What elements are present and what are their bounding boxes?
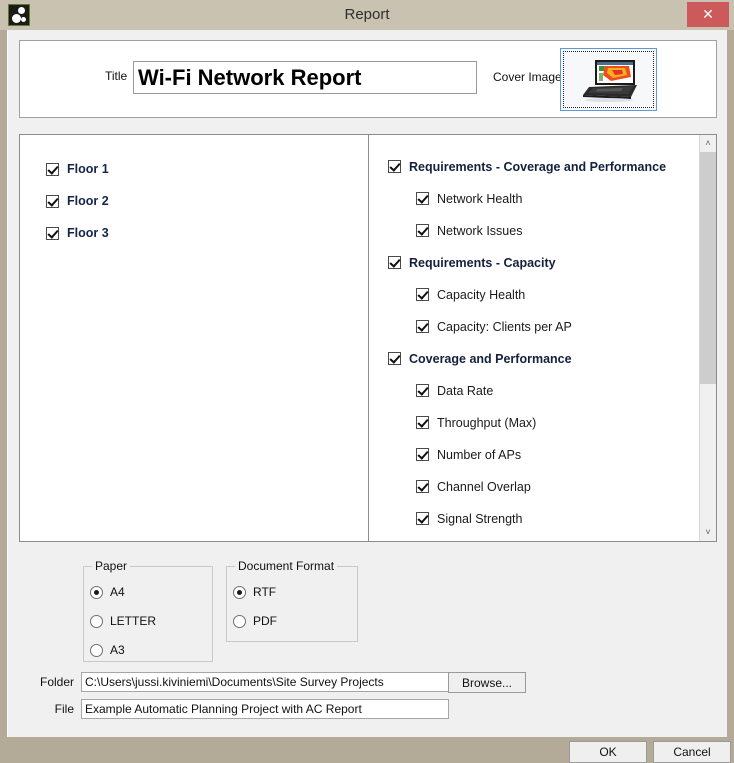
radio-icon[interactable]	[233, 614, 246, 628]
checkbox-icon[interactable]	[416, 480, 429, 493]
checkbox-icon[interactable]	[46, 194, 59, 208]
titlebar: Report ✕	[0, 0, 734, 30]
radio-option-letter[interactable]: LETTER	[90, 612, 212, 630]
list-item-label: Capacity Health	[437, 287, 526, 302]
file-row: File	[32, 699, 449, 719]
cover-image-label: Cover Image	[493, 70, 562, 84]
list-item-label: Requirements - Coverage and Performance	[409, 159, 667, 174]
paper-group-title: Paper	[92, 559, 131, 573]
list-item-label: Floor 3	[67, 226, 109, 240]
radio-label: RTF	[253, 585, 277, 599]
sections-list-scrollbar[interactable]: ˄ ˅	[699, 135, 716, 541]
checkbox-icon[interactable]	[46, 226, 59, 240]
checkbox-icon[interactable]	[388, 160, 401, 173]
folder-row: Folder	[32, 672, 449, 692]
checkbox-icon[interactable]	[46, 162, 59, 176]
file-label: File	[54, 702, 74, 716]
close-icon[interactable]: ✕	[687, 2, 729, 27]
list-item-label: Requirements - Capacity	[409, 255, 556, 270]
checkbox-icon[interactable]	[388, 352, 401, 365]
radio-label: A4	[110, 585, 125, 599]
list-item[interactable]: Number of APs	[388, 441, 699, 468]
radio-icon[interactable]	[90, 643, 103, 657]
list-item-label: Data Rate	[437, 383, 494, 398]
checkbox-icon[interactable]	[416, 416, 429, 429]
list-item[interactable]: Channel Overlap	[388, 473, 699, 500]
list-item-label: Channel Overlap	[437, 479, 531, 494]
list-item[interactable]: Network Issues	[388, 217, 699, 244]
format-group-title: Document Format	[235, 559, 338, 573]
radio-label: A3	[110, 643, 125, 657]
folder-input[interactable]	[81, 672, 449, 692]
radio-label: LETTER	[110, 614, 157, 628]
list-item[interactable]: Requirements - Capacity	[388, 249, 699, 276]
list-item[interactable]: Signal To Noise Ratio (SNR)	[388, 537, 699, 541]
checkbox-icon[interactable]	[416, 448, 429, 461]
list-item-label: Floor 1	[67, 162, 109, 176]
ok-button[interactable]: OK	[569, 741, 647, 763]
checkbox-icon[interactable]	[416, 384, 429, 397]
list-item[interactable]: Requirements - Coverage and Performance	[388, 153, 699, 180]
checkbox-icon[interactable]	[388, 256, 401, 269]
content-selection-panel: Floor 1 Floor 2 Floor 3 Requirements - C…	[19, 134, 717, 542]
radio-icon[interactable]	[233, 585, 246, 599]
radio-option-rtf[interactable]: RTF	[233, 583, 357, 601]
laptop-heatmap-icon	[583, 60, 637, 102]
list-item-label: Network Issues	[437, 223, 523, 238]
list-item[interactable]: Throughput (Max)	[388, 409, 699, 436]
list-item-label: Number of APs	[437, 447, 522, 462]
radio-label: PDF	[253, 614, 277, 628]
browse-button[interactable]: Browse...	[448, 672, 526, 693]
title-field-label: Title	[105, 69, 128, 83]
cover-image-thumbnail[interactable]	[560, 48, 657, 111]
paper-size-group: Paper A4 LETTER A3	[83, 559, 213, 662]
scroll-down-icon[interactable]: ˅	[700, 524, 716, 541]
list-item-label: Coverage and Performance	[409, 351, 572, 366]
cancel-button[interactable]: Cancel	[653, 741, 731, 763]
dialog-body: Title Cover Image	[7, 30, 731, 763]
floors-list: Floor 1 Floor 2 Floor 3	[20, 135, 369, 541]
list-item-label: Capacity: Clients per AP	[437, 319, 572, 334]
report-sections-list: Requirements - Coverage and Performance …	[370, 135, 699, 541]
list-item-label: Network Health	[437, 191, 523, 206]
file-input[interactable]	[81, 699, 449, 719]
checkbox-icon[interactable]	[416, 192, 429, 205]
checkbox-icon[interactable]	[416, 288, 429, 301]
report-header-panel: Title Cover Image	[19, 40, 717, 118]
checkbox-icon[interactable]	[416, 320, 429, 333]
list-item[interactable]: Floor 1	[46, 153, 368, 185]
report-title-input[interactable]	[133, 61, 477, 94]
checkbox-icon[interactable]	[416, 224, 429, 237]
list-item-label: Signal Strength	[437, 511, 523, 526]
list-item[interactable]: Data Rate	[388, 377, 699, 404]
list-item[interactable]: Capacity: Clients per AP	[388, 313, 699, 340]
radio-option-a3[interactable]: A3	[90, 641, 212, 659]
list-item[interactable]: Signal Strength	[388, 505, 699, 532]
folder-label: Folder	[39, 675, 74, 689]
list-item[interactable]: Floor 2	[46, 185, 368, 217]
radio-icon[interactable]	[90, 585, 103, 599]
list-item[interactable]: Network Health	[388, 185, 699, 212]
radio-option-a4[interactable]: A4	[90, 583, 212, 601]
list-item-label: Throughput (Max)	[437, 415, 537, 430]
list-item[interactable]: Capacity Health	[388, 281, 699, 308]
scrollbar-thumb[interactable]	[700, 152, 716, 384]
radio-icon[interactable]	[90, 614, 103, 628]
scroll-up-icon[interactable]: ˄	[700, 135, 716, 152]
checkbox-icon[interactable]	[416, 512, 429, 525]
document-format-group: Document Format RTF PDF	[226, 559, 358, 642]
list-item[interactable]: Coverage and Performance	[388, 345, 699, 372]
list-item-label: Floor 2	[67, 194, 109, 208]
report-dialog-window: Report ✕ Title Cover Image	[0, 0, 734, 763]
radio-option-pdf[interactable]: PDF	[233, 612, 357, 630]
window-title: Report	[344, 6, 390, 23]
list-item[interactable]: Floor 3	[46, 217, 368, 249]
